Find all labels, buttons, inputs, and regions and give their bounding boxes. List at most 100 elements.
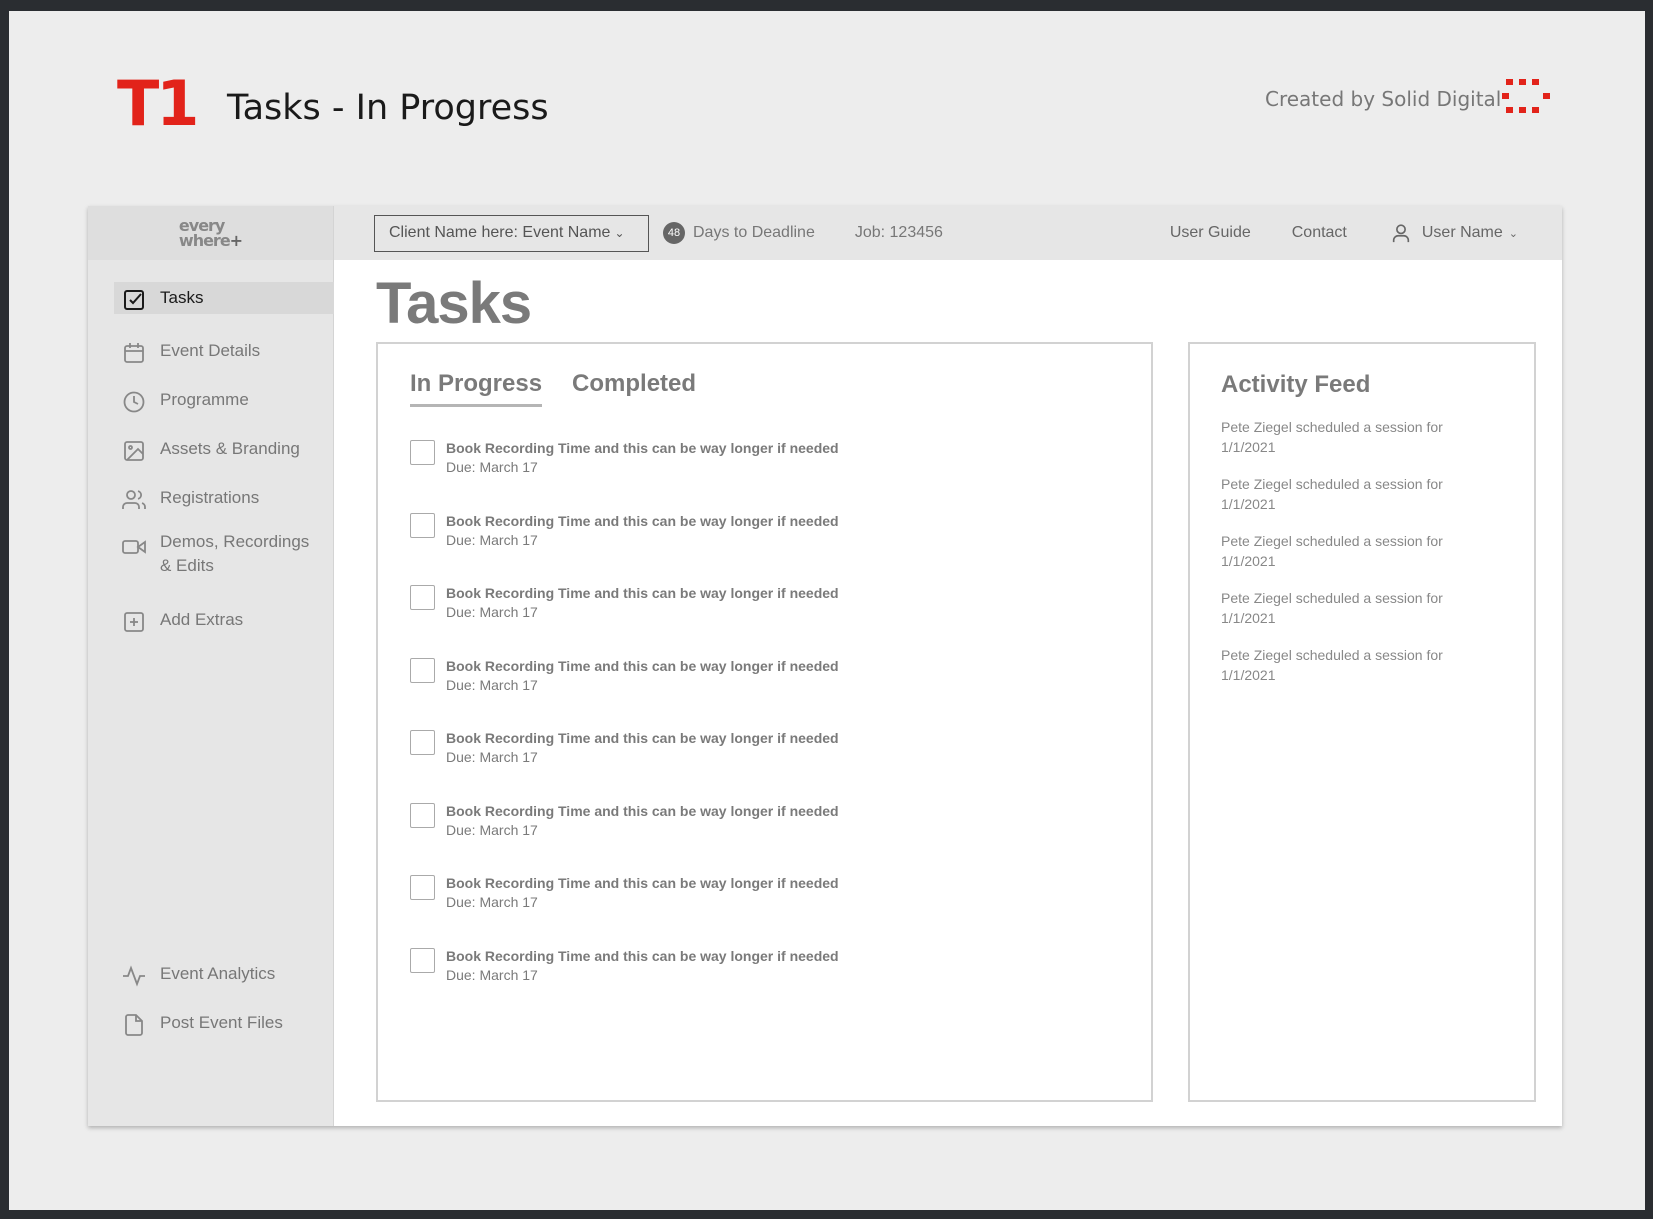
image-icon <box>124 441 144 461</box>
task-title[interactable]: Book Recording Time and this can be way … <box>446 946 839 966</box>
task-checkbox[interactable] <box>410 947 435 973</box>
sidebar-item-add-extras[interactable]: Add Extras <box>114 600 334 649</box>
activity-feed-item: Pete Ziegel scheduled a session for 1/1/2… <box>1221 645 1481 702</box>
activity-date: 1/1/2021 <box>1221 553 1276 569</box>
task-item: Book Recording Time and this can be way … <box>410 511 839 584</box>
sidebar-item-assets-branding[interactable]: Assets & Branding <box>114 429 334 478</box>
task-item: Book Recording Time and this can be way … <box>410 728 839 801</box>
calendar-icon <box>124 343 144 363</box>
activity-date: 1/1/2021 <box>1221 496 1276 512</box>
task-checkbox[interactable] <box>410 585 435 610</box>
tab-completed[interactable]: Completed <box>572 370 696 407</box>
sidebar-item-label: Add Extras <box>160 610 244 629</box>
activity-feed-item: Pete Ziegel scheduled a session for 1/1/2… <box>1221 531 1481 588</box>
task-title[interactable]: Book Recording Time and this can be way … <box>446 728 839 748</box>
top-bar-links: User Guide Contact User Name ⌄ <box>1129 222 1518 244</box>
task-due-date: Due: March 17 <box>446 676 538 693</box>
activity-text: Pete Ziegel scheduled a session for <box>1221 533 1443 549</box>
user-menu[interactable]: User Name ⌄ <box>1390 222 1518 244</box>
sidebar: every where+ Tasks Event Details Programm… <box>88 206 334 1126</box>
task-checkbox[interactable] <box>410 440 435 465</box>
task-tabs: In Progress Completed <box>410 370 726 407</box>
activity-feed-title: Activity Feed <box>1221 371 1371 398</box>
user-name: User Name <box>1421 224 1503 241</box>
activity-feed-list: Pete Ziegel scheduled a session for 1/1/2… <box>1221 417 1481 702</box>
job-number: Job: 123456 <box>854 224 943 241</box>
task-text: Book Recording Time and this can be way … <box>446 801 839 840</box>
activity-text: Pete Ziegel scheduled a session for <box>1221 647 1443 663</box>
sidebar-item-post-event-files[interactable]: Post Event Files <box>114 1003 334 1052</box>
task-due-date: Due: March 17 <box>446 531 538 548</box>
activity-feed-item: Pete Ziegel scheduled a session for 1/1/2… <box>1221 588 1481 645</box>
task-text: Book Recording Time and this can be way … <box>446 656 839 695</box>
task-title[interactable]: Book Recording Time and this can be way … <box>446 801 839 821</box>
activity-text: Pete Ziegel scheduled a session for <box>1221 476 1443 492</box>
task-text: Book Recording Time and this can be way … <box>446 511 839 550</box>
activity-icon <box>123 965 145 987</box>
client-event-select[interactable]: Client Name here: Event Name ⌄ <box>374 214 649 252</box>
sidebar-item-label: Tasks <box>160 288 204 307</box>
task-checkbox[interactable] <box>410 657 435 683</box>
board-title: Tasks - In Progress <box>227 88 549 128</box>
task-due-date: Due: March 17 <box>446 821 538 838</box>
activity-feed-panel: Activity Feed Pete Ziegel scheduled a se… <box>1188 342 1536 1102</box>
sidebar-item-event-details[interactable]: Event Details <box>114 331 334 380</box>
activity-text: Pete Ziegel scheduled a session for <box>1221 419 1443 435</box>
task-text: Book Recording Time and this can be way … <box>446 873 839 912</box>
sidebar-item-label: Event Analytics <box>160 964 276 983</box>
task-item: Book Recording Time and this can be way … <box>410 438 839 511</box>
everywhere-logo[interactable]: every where+ <box>88 206 333 260</box>
video-icon <box>122 540 146 554</box>
chevron-down-icon: ⌄ <box>1508 227 1518 240</box>
task-text: Book Recording Time and this can be way … <box>446 583 839 622</box>
task-due-date: Due: March 17 <box>446 966 538 983</box>
sidebar-item-label: Registrations <box>160 488 260 507</box>
task-item: Book Recording Time and this can be way … <box>410 801 839 874</box>
task-item: Book Recording Time and this can be way … <box>410 583 839 656</box>
task-title[interactable]: Book Recording Time and this can be way … <box>446 873 839 893</box>
task-due-date: Due: March 17 <box>446 894 538 910</box>
task-due-date: Due: March 17 <box>446 459 538 475</box>
tab-in-progress[interactable]: In Progress <box>410 370 543 407</box>
sidebar-item-event-analytics[interactable]: Event Analytics <box>114 954 334 1003</box>
days-count-badge: 48 <box>663 222 685 244</box>
chevron-down-icon: ⌄ <box>614 226 625 240</box>
file-icon <box>125 1014 143 1036</box>
contact-link[interactable]: Contact <box>1292 224 1347 242</box>
credit-text: Created by Solid Digital <box>1265 87 1502 111</box>
task-title[interactable]: Book Recording Time and this can be way … <box>446 656 839 676</box>
task-title[interactable]: Book Recording Time and this can be way … <box>446 583 839 603</box>
sidebar-item-label: Post Event Files <box>160 1013 283 1032</box>
task-title[interactable]: Book Recording Time and this can be way … <box>446 511 839 531</box>
sidebar-item-programme[interactable]: Programme <box>114 380 334 429</box>
task-checkbox[interactable] <box>410 730 435 755</box>
task-checkbox[interactable] <box>410 512 435 538</box>
checkbox-icon <box>124 290 144 310</box>
top-bar: Client Name here: Event Name ⌄ 48 Days t… <box>334 206 1562 260</box>
sidebar-item-label: Programme <box>160 390 249 409</box>
sidebar-nav: Tasks Event Details Programme Assets & B… <box>114 282 334 649</box>
task-checkbox[interactable] <box>410 802 435 828</box>
sidebar-item-registrations[interactable]: Registrations <box>114 478 334 527</box>
task-item: Book Recording Time and this can be way … <box>410 873 839 946</box>
task-item: Book Recording Time and this can be way … <box>410 946 839 1019</box>
task-due-date: Due: March 17 <box>446 749 538 765</box>
days-to-deadline-label: Days to Deadline <box>693 224 815 241</box>
sidebar-item-label: Assets & Branding <box>160 439 300 458</box>
solid-digital-logo <box>1502 79 1550 113</box>
activity-feed-item: Pete Ziegel scheduled a session for 1/1/2… <box>1221 474 1481 531</box>
plus-square-icon <box>124 612 144 632</box>
app-window: every where+ Tasks Event Details Programm… <box>88 206 1562 1126</box>
sidebar-bottom-nav: Event Analytics Post Event Files <box>114 954 334 1052</box>
sidebar-item-label: Event Details <box>160 341 261 360</box>
task-item: Book Recording Time and this can be way … <box>410 656 839 729</box>
user-guide-link[interactable]: User Guide <box>1170 224 1251 242</box>
users-icon <box>122 490 146 509</box>
task-checkbox[interactable] <box>410 875 435 900</box>
sidebar-item-label: Demos, Recordings & Edits <box>160 532 310 575</box>
task-list: Book Recording Time and this can be way … <box>410 438 839 1018</box>
sidebar-item-tasks[interactable]: Tasks <box>114 282 334 314</box>
sidebar-item-demos-recordings[interactable]: Demos, Recordings & Edits <box>114 527 334 600</box>
task-title[interactable]: Book Recording Time and this can be way … <box>446 438 839 458</box>
task-text: Book Recording Time and this can be way … <box>446 438 839 477</box>
